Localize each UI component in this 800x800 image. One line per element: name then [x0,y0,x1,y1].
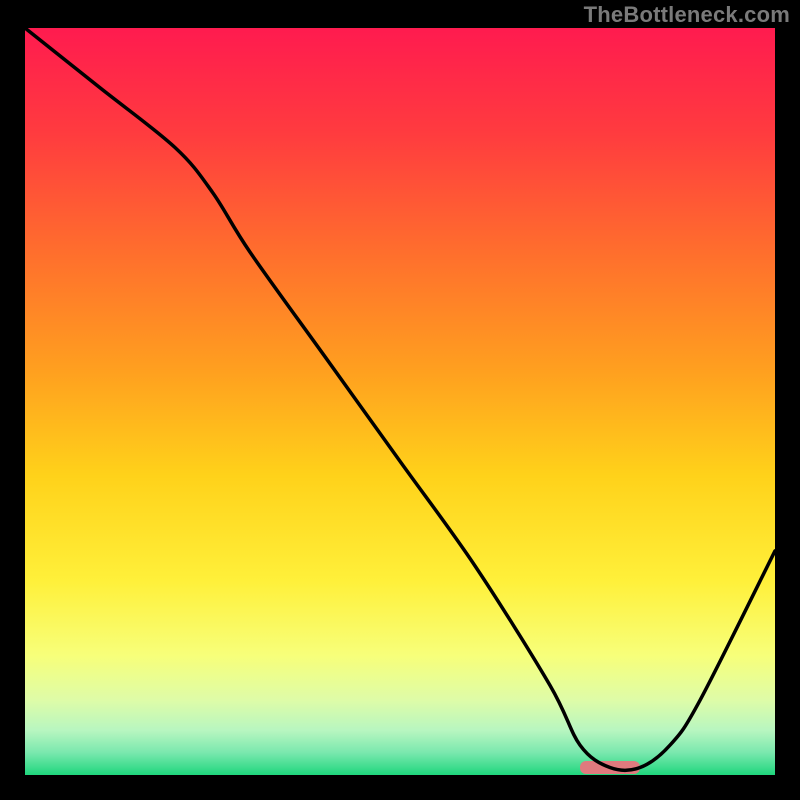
chart-svg [25,28,775,775]
plot-frame [25,28,775,775]
chart-container: TheBottleneck.com [0,0,800,800]
watermark-text: TheBottleneck.com [584,2,790,28]
gradient-background [25,28,775,775]
